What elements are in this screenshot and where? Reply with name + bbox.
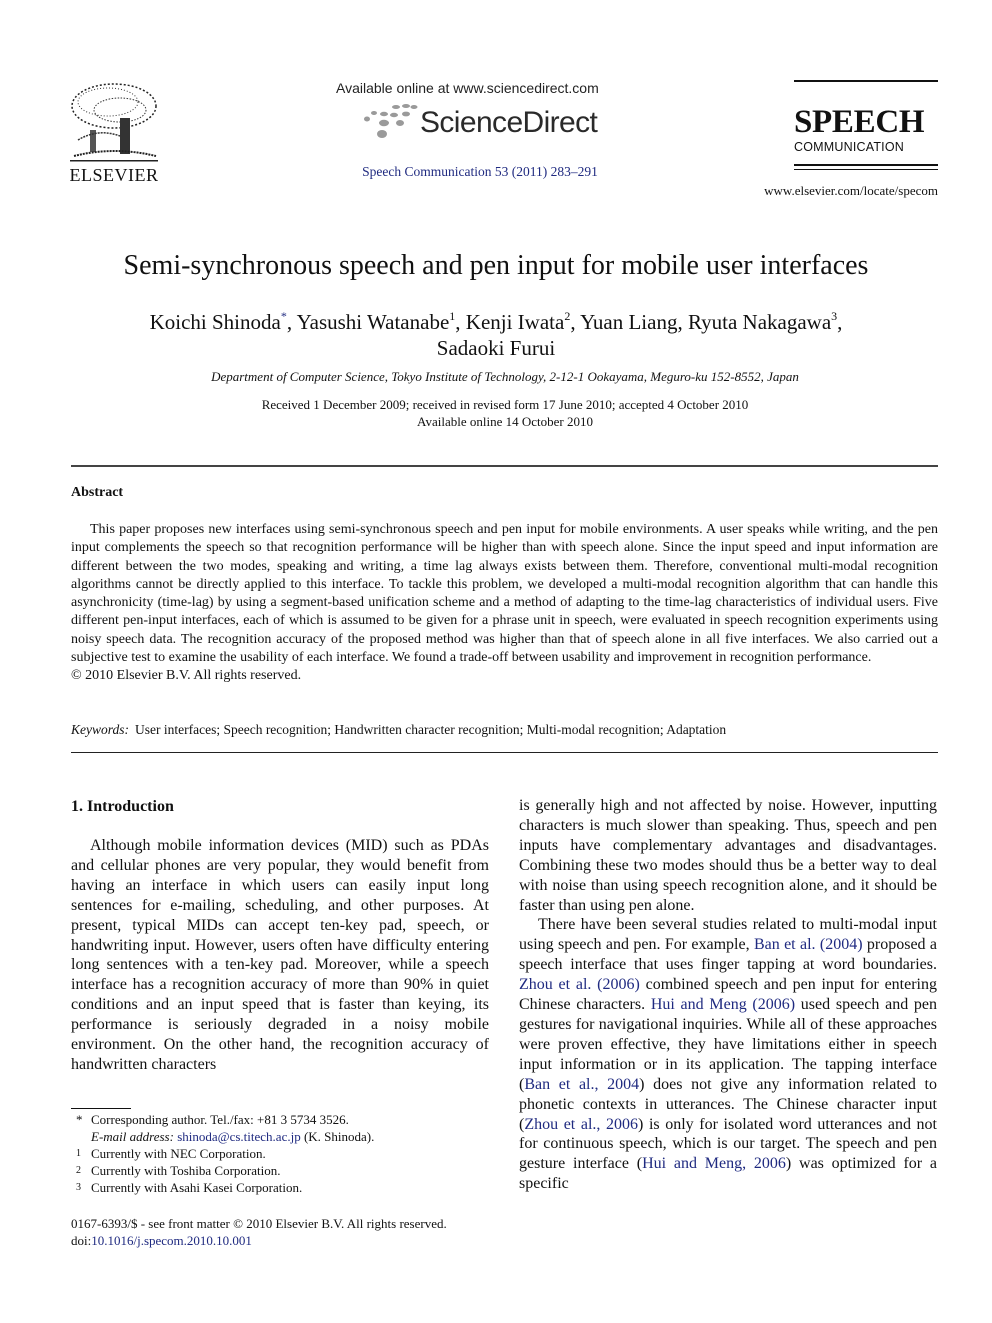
abstract-heading: Abstract	[71, 485, 124, 500]
footnote: 1 Currently with NEC Corporation.	[76, 1146, 496, 1163]
elsevier-wordmark: ELSEVIER	[69, 165, 159, 185]
email-link[interactable]: shinoda@cs.titech.ac.jp	[177, 1129, 301, 1144]
sciencedirect-wordmark: ScienceDirect	[420, 106, 598, 139]
logo-rule-bottom	[794, 164, 938, 166]
footnote-mark: *	[76, 1112, 83, 1127]
available-online-date: Available online 14 October 2010	[417, 414, 593, 429]
email-label: E-mail address:	[91, 1128, 174, 1144]
intro-paragraph: is generally high and not affected by no…	[519, 797, 937, 914]
doi-line: doi:10.1016/j.specom.2010.10.001	[71, 1232, 501, 1249]
front-matter: 0167-6393/$ - see front matter © 2010 El…	[71, 1215, 501, 1249]
footnote-email: E-mail address: shinoda@cs.titech.ac.jp …	[76, 1129, 496, 1146]
author[interactable]: Sadaoki Furui	[437, 336, 555, 360]
footnote-text: Currently with Toshiba Corporation.	[91, 1162, 281, 1178]
doi-link[interactable]: 10.1016/j.specom.2010.10.001	[91, 1233, 252, 1248]
corresponding-author-mark[interactable]: *	[281, 309, 287, 323]
footnote-text: Corresponding author. Tel./fax: +81 3 57…	[91, 1112, 349, 1127]
footnote: 3 Currently with Asahi Kasei Corporation…	[76, 1180, 496, 1197]
citation-link[interactable]: Zhou et al. (2006)	[519, 976, 640, 993]
author[interactable]: Ryuta Nakagawa	[688, 310, 831, 334]
column-left: Although mobile information devices (MID…	[71, 836, 489, 1075]
logo-rule-bottom-thin	[794, 169, 938, 170]
citation-link[interactable]: Hui and Meng (2006)	[651, 996, 795, 1013]
footnote: 2 Currently with Toshiba Corporation.	[76, 1163, 496, 1180]
doi-prefix: doi:	[71, 1233, 92, 1248]
divider-bottom	[71, 752, 938, 753]
footnote-corresponding: * Corresponding author. Tel./fax: +81 3 …	[76, 1112, 496, 1129]
article-dates: Received 1 December 2009; received in re…	[60, 396, 950, 430]
available-online-text: Available online at www.sciencedirect.co…	[336, 80, 599, 96]
citation-link[interactable]: Hui and Meng, 2006	[642, 1155, 786, 1172]
author[interactable]: Yasushi Watanabe	[297, 310, 450, 334]
affiliation: Department of Computer Science, Tokyo In…	[211, 369, 799, 384]
footnote-mark: 3	[76, 1181, 81, 1193]
footnote-mark: 2	[564, 309, 571, 323]
footnote-mark: 3	[831, 309, 838, 323]
author[interactable]: Yuan Liang	[580, 310, 677, 334]
journal-logo-subtitle: COMMUNICATION	[794, 140, 904, 154]
column-right: is generally high and not affected by no…	[519, 796, 937, 1194]
sciencedirect-dots-icon	[364, 104, 418, 138]
keywords-list: User interfaces; Speech recognition; Han…	[135, 722, 727, 737]
journal-logo-title: SPEECH	[794, 104, 925, 140]
citation-link[interactable]: Ban et al. (2004)	[754, 936, 863, 953]
keywords-label: Keywords:	[71, 722, 129, 737]
author[interactable]: Koichi Shinoda	[150, 310, 281, 334]
journal-citation-link[interactable]: Speech Communication 53 (2011) 283–291	[330, 164, 630, 180]
abstract-copyright: © 2010 Elsevier B.V. All rights reserved…	[71, 668, 302, 684]
logo-rule-top	[794, 80, 938, 82]
footnote-mark: 2	[76, 1164, 81, 1176]
elsevier-logo[interactable]: ELSEVIER	[68, 80, 160, 185]
intro-paragraph: Although mobile information devices (MID…	[71, 837, 489, 1073]
author-list: Koichi Shinoda*, Yasushi Watanabe1, Kenj…	[149, 309, 843, 360]
elsevier-tree-icon	[70, 83, 158, 162]
footnotes: * Corresponding author. Tel./fax: +81 3 …	[76, 1112, 496, 1197]
section-heading-introduction: 1. Introduction	[71, 798, 174, 815]
footnote-text: Currently with NEC Corporation.	[91, 1145, 266, 1161]
citation-link[interactable]: Zhou et al., 2006	[524, 1116, 638, 1133]
author[interactable]: Kenji Iwata	[466, 310, 565, 334]
footnote-text: Currently with Asahi Kasei Corporation.	[91, 1179, 303, 1195]
divider-top	[71, 465, 938, 467]
speech-communication-logo[interactable]: SPEECH COMMUNICATION	[794, 80, 938, 170]
sciencedirect-logo[interactable]: ScienceDirect	[362, 104, 602, 142]
citation-link[interactable]: Ban et al., 2004	[524, 1076, 639, 1093]
journal-url-link[interactable]: www.elsevier.com/locate/specom	[740, 183, 938, 199]
issn-copyright: 0167-6393/$ - see front matter © 2010 El…	[71, 1216, 447, 1231]
abstract-body: This paper proposes new interfaces using…	[71, 521, 938, 686]
email-suffix: (K. Shinoda).	[300, 1128, 375, 1144]
keywords: Keywords: User interfaces; Speech recogni…	[71, 722, 938, 738]
intro-paragraph: There have been several studies related …	[519, 915, 937, 1194]
abstract-text: This paper proposes new interfaces using…	[71, 522, 938, 666]
paper-title: Semi-synchronous speech and pen input fo…	[123, 250, 869, 281]
footnote-mark: 1	[76, 1147, 81, 1159]
received-dates: Received 1 December 2009; received in re…	[261, 397, 749, 412]
footnote-mark: 1	[449, 309, 456, 323]
footnote-rule	[71, 1108, 131, 1109]
